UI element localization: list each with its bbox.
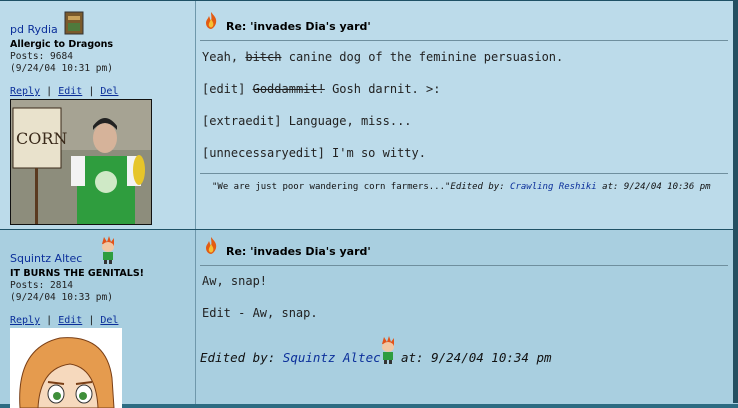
post-line-1: Aw, snap! [202,274,268,288]
author-title: Allergic to Dragons [10,39,114,50]
edit-link[interactable]: Edit [58,315,82,326]
signature: "We are just poor wandering corn farmers… [212,182,711,192]
user-icon [102,236,114,264]
divider [200,40,728,41]
edited-by-label: Edited by: [200,350,276,365]
edit-time: at: 9/24/04 10:36 pm [602,182,711,192]
editor-link[interactable]: Crawling Reshiki [510,182,597,192]
author-avatar [10,328,122,408]
text: Gosh darnit. >: [332,82,441,96]
separator: | [46,315,53,326]
avatar-sign-text: CORN [16,129,67,148]
author-post-count: Posts: 9684 [10,51,73,62]
edited-by-label: Edited by: [450,182,505,192]
post-line-2: [edit] Goddammit! Gosh darnit. >: [202,82,440,96]
struck-text: bitch [245,50,282,64]
user-icon [64,11,84,35]
post-1-author-panel: pd Rydia Allergic to Dragons Posts: 9684… [0,1,196,229]
editor-link[interactable]: Squintz Altec [283,350,381,365]
author-post-date: (9/24/04 10:31 pm) [10,63,113,74]
post-1: pd Rydia Allergic to Dragons Posts: 9684… [0,0,738,229]
author-avatar: CORN [10,99,152,225]
author-post-count: Posts: 2814 [10,280,73,291]
post-line-1: Yeah, bitch canine dog of the feminine p… [202,50,563,64]
post-2: Squintz Altec IT BURNS THE GENITALS! Pos… [0,229,738,408]
delete-link[interactable]: Del [100,315,118,326]
fire-icon [206,12,217,29]
author-name[interactable]: Squintz Altec [10,252,82,265]
author-title: IT BURNS THE GENITALS! [10,268,145,279]
avatar-image: CORN [11,100,151,224]
delete-link[interactable]: Del [100,86,118,97]
edit-time: at: 9/24/04 10:34 pm [401,350,552,365]
edit-link[interactable]: Edit [58,86,82,97]
text: Yeah, [202,50,239,64]
separator: | [88,86,95,97]
separator: | [46,86,53,97]
frame-border-right [733,0,738,403]
post-subject: Re: 'invades Dia's yard' [226,20,371,33]
post-actions: Reply | Edit | Del [10,86,118,97]
post-2-author-panel: Squintz Altec IT BURNS THE GENITALS! Pos… [0,230,196,408]
edit-notice: Edited by: Squintz Altec [200,350,381,365]
divider [200,265,728,266]
post-line-4: [unnecessaryedit] I'm so witty. [202,146,426,160]
signature-quote: "We are just poor wandering corn farmers… [212,182,451,192]
post-subject: Re: 'invades Dia's yard' [226,245,371,258]
signature-divider [200,173,728,174]
struck-text: Goddammit! [252,82,325,96]
editor-avatar-icon [382,336,394,364]
reply-link[interactable]: Reply [10,315,40,326]
author-post-date: (9/24/04 10:33 pm) [10,292,113,303]
separator: | [88,315,95,326]
text: canine dog of the feminine persuasion. [288,50,564,64]
post-line-2: Edit - Aw, snap. [202,306,318,320]
text: [edit] [202,82,246,96]
avatar-image [19,337,115,408]
post-2-content: Re: 'invades Dia's yard' Aw, snap! Edit … [196,230,738,404]
fire-icon [206,237,217,254]
post-actions: Reply | Edit | Del [10,315,118,326]
reply-link[interactable]: Reply [10,86,40,97]
author-name[interactable]: pd Rydia [10,23,58,36]
post-1-content: Re: 'invades Dia's yard' Yeah, bitch can… [196,1,738,229]
post-line-3: [extraedit] Language, miss... [202,114,412,128]
